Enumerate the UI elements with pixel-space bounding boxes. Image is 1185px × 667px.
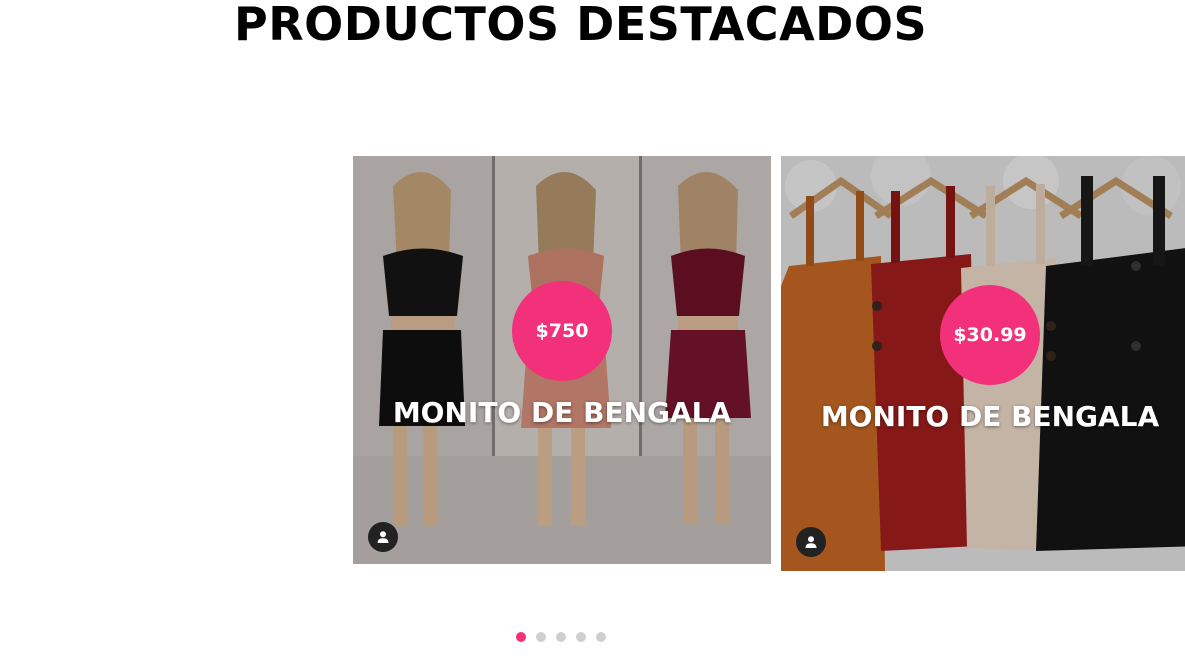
carousel-dot-4[interactable] <box>576 632 586 642</box>
author-avatar-button[interactable] <box>796 527 826 557</box>
product-card[interactable]: $750 MONITO DE BENGALA <box>353 156 771 564</box>
carousel-pagination <box>516 632 606 642</box>
products-carousel: $750 MONITO DE BENGALA $30.99 MONITO DE … <box>0 0 1185 667</box>
carousel-dot-2[interactable] <box>536 632 546 642</box>
price-badge: $30.99 <box>940 285 1040 385</box>
user-icon <box>377 531 389 543</box>
carousel-dot-3[interactable] <box>556 632 566 642</box>
featured-products-section: PRODUCTOS DESTACADOS $750 MONITO DE BENG… <box>0 0 1185 667</box>
author-avatar-button[interactable] <box>368 522 398 552</box>
price-badge: $750 <box>512 281 612 381</box>
product-name[interactable]: MONITO DE BENGALA <box>353 396 771 429</box>
carousel-dot-1[interactable] <box>516 632 526 642</box>
user-icon <box>805 536 817 548</box>
carousel-dot-5[interactable] <box>596 632 606 642</box>
product-card[interactable]: $30.99 MONITO DE BENGALA <box>781 156 1185 571</box>
product-name[interactable]: MONITO DE BENGALA <box>781 400 1185 433</box>
